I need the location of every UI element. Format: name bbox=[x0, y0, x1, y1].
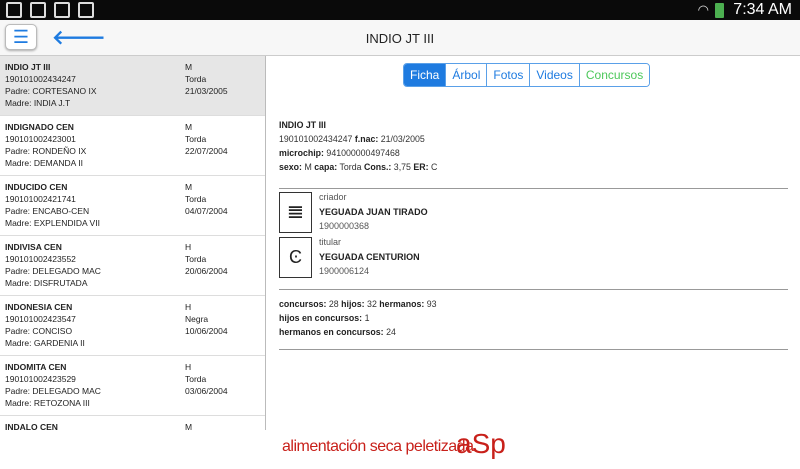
owner: Ͼ titular YEGUADA CENTURION 1900006124 bbox=[279, 237, 679, 281]
detail-panel: Ficha Árbol Fotos Videos Concursos INDIO… bbox=[266, 56, 800, 430]
battery-icon bbox=[715, 2, 724, 18]
owner-brand-icon: Ͼ bbox=[279, 237, 312, 278]
item-date: 03/06/2004 bbox=[185, 386, 228, 396]
label: hermanos: bbox=[379, 299, 425, 309]
er: C bbox=[430, 162, 438, 172]
item-date: 20/06/2004 bbox=[185, 266, 228, 276]
item-name: INDIO JT III bbox=[5, 62, 51, 72]
item-dam: Madre: INDIA J.T bbox=[5, 98, 71, 108]
label: sexo: bbox=[279, 162, 302, 172]
list-item[interactable]: INDIGNADO CEN 190101002423001 Padre: RON… bbox=[0, 116, 265, 176]
item-dam: Madre: RETOZONA III bbox=[5, 398, 90, 408]
tab-fotos[interactable]: Fotos bbox=[486, 64, 530, 86]
breeder-name: YEGUADA JUAN TIRADO bbox=[319, 206, 428, 217]
item-sex: M bbox=[185, 62, 193, 72]
birth-date: 21/03/2005 bbox=[380, 134, 425, 144]
label: microchip: bbox=[279, 148, 324, 158]
ad-banner[interactable]: alimentación seca peletizada aSp bbox=[0, 428, 800, 469]
wifi-icon: ◠ bbox=[697, 2, 709, 17]
role: titular bbox=[319, 237, 342, 247]
cons: 3,75 bbox=[393, 162, 411, 172]
microchip: 941000000497468 bbox=[326, 148, 400, 158]
label: Cons.: bbox=[363, 162, 392, 172]
list-item[interactable]: INDOMITA CEN 190101002423529 Padre: DELE… bbox=[0, 356, 265, 416]
horse-info: INDIO JT III 190101002434247 f.nac: 21/0… bbox=[279, 118, 437, 174]
item-name: INDALO CEN bbox=[5, 422, 58, 430]
divider bbox=[279, 289, 788, 290]
label: hijos en concursos: bbox=[279, 313, 363, 323]
tab-ficha[interactable]: Ficha bbox=[404, 64, 446, 86]
item-date: 22/07/2004 bbox=[185, 146, 228, 156]
item-coat: Torda bbox=[185, 374, 207, 384]
item-dam: Madre: GARDENIA II bbox=[5, 338, 85, 348]
status-bar: ◠ 7:34 AM bbox=[0, 0, 800, 20]
horse-name: INDIO JT III bbox=[279, 120, 326, 130]
item-dam: Madre: DEMANDA II bbox=[5, 158, 83, 168]
breeder: 𝌆 criador YEGUADA JUAN TIRADO 1900000368 bbox=[279, 192, 679, 236]
item-name: INDIVISA CEN bbox=[5, 242, 62, 252]
offspring: 32 bbox=[367, 299, 377, 309]
label: f.nac: bbox=[354, 134, 379, 144]
siblings-in-contests: 24 bbox=[386, 327, 396, 337]
item-sex: M bbox=[185, 182, 193, 192]
page-title: INDIO JT III bbox=[365, 31, 435, 46]
label: hermanos en concursos: bbox=[279, 327, 384, 337]
breeder-brand-icon: 𝌆 bbox=[279, 192, 312, 233]
item-coat: Negra bbox=[185, 314, 209, 324]
app-header: ☰ 🡐 INDIO JT III bbox=[0, 20, 800, 56]
brand-logo: aSp bbox=[456, 428, 506, 459]
item-name: INDUCIDO CEN bbox=[5, 182, 68, 192]
item-sex: H bbox=[185, 242, 192, 252]
item-coat: Torda bbox=[185, 254, 207, 264]
clock: 7:34 AM bbox=[733, 1, 792, 18]
item-date: 21/03/2005 bbox=[185, 86, 228, 96]
divider bbox=[279, 349, 788, 350]
list-item[interactable]: INDIO JT III 190101002434247 Padre: CORT… bbox=[0, 56, 265, 116]
item-date: 04/07/2004 bbox=[185, 206, 228, 216]
item-name: INDIGNADO CEN bbox=[5, 122, 74, 132]
offspring-in-contests: 1 bbox=[364, 313, 370, 323]
label: ER: bbox=[413, 162, 429, 172]
horse-id: 190101002434247 bbox=[279, 134, 353, 144]
tab-concursos[interactable]: Concursos bbox=[578, 64, 650, 86]
divider bbox=[279, 188, 788, 189]
contest-stats: concursos: 28 hijos: 32 hermanos: 93 hij… bbox=[279, 297, 437, 339]
item-name: INDONESIA CEN bbox=[5, 302, 73, 312]
item-coat: Torda bbox=[185, 134, 207, 144]
label: hijos: bbox=[341, 299, 365, 309]
task-icon bbox=[54, 2, 70, 18]
owner-code: 1900006124 bbox=[319, 266, 370, 276]
breeder-code: 1900000368 bbox=[319, 221, 370, 231]
gallery-icon bbox=[6, 2, 22, 18]
tab-videos[interactable]: Videos bbox=[529, 64, 579, 86]
item-sex: H bbox=[185, 362, 192, 372]
list-item[interactable]: INDUCIDO CEN 190101002421741 Padre: ENCA… bbox=[0, 176, 265, 236]
tab-bar: Ficha Árbol Fotos Videos Concursos bbox=[403, 63, 651, 87]
item-sex: H bbox=[185, 302, 192, 312]
label: concursos: bbox=[279, 299, 327, 309]
item-dam: Madre: EXPLENDIDA VII bbox=[5, 218, 100, 228]
item-sex: M bbox=[185, 122, 193, 132]
sex: M bbox=[304, 162, 312, 172]
item-name: INDOMITA CEN bbox=[5, 362, 67, 372]
tab-arbol[interactable]: Árbol bbox=[445, 64, 487, 86]
item-coat: Torda bbox=[185, 194, 207, 204]
item-coat: Torda bbox=[185, 74, 207, 84]
horse-list[interactable]: INDIO JT III 190101002434247 Padre: CORT… bbox=[0, 56, 266, 430]
owner-name: YEGUADA CENTURION bbox=[319, 251, 420, 262]
phone-clock-icon bbox=[30, 2, 46, 18]
label: capa: bbox=[314, 162, 338, 172]
item-dam: Madre: DISFRUTADA bbox=[5, 278, 88, 288]
siblings: 93 bbox=[426, 299, 437, 309]
list-item[interactable]: INDONESIA CEN 190101002423547 Padre: CON… bbox=[0, 296, 265, 356]
list-item[interactable]: INDALO CEN M bbox=[0, 416, 265, 430]
banner-text: alimentación seca peletizada bbox=[282, 438, 474, 455]
list-item[interactable]: INDIVISA CEN 190101002423552 Padre: DELE… bbox=[0, 236, 265, 296]
item-date: 10/06/2004 bbox=[185, 326, 228, 336]
play-store-icon bbox=[78, 2, 94, 18]
coat: Torda bbox=[339, 162, 362, 172]
role: criador bbox=[319, 192, 347, 202]
item-sex: M bbox=[185, 422, 193, 430]
contests: 28 bbox=[328, 299, 339, 309]
